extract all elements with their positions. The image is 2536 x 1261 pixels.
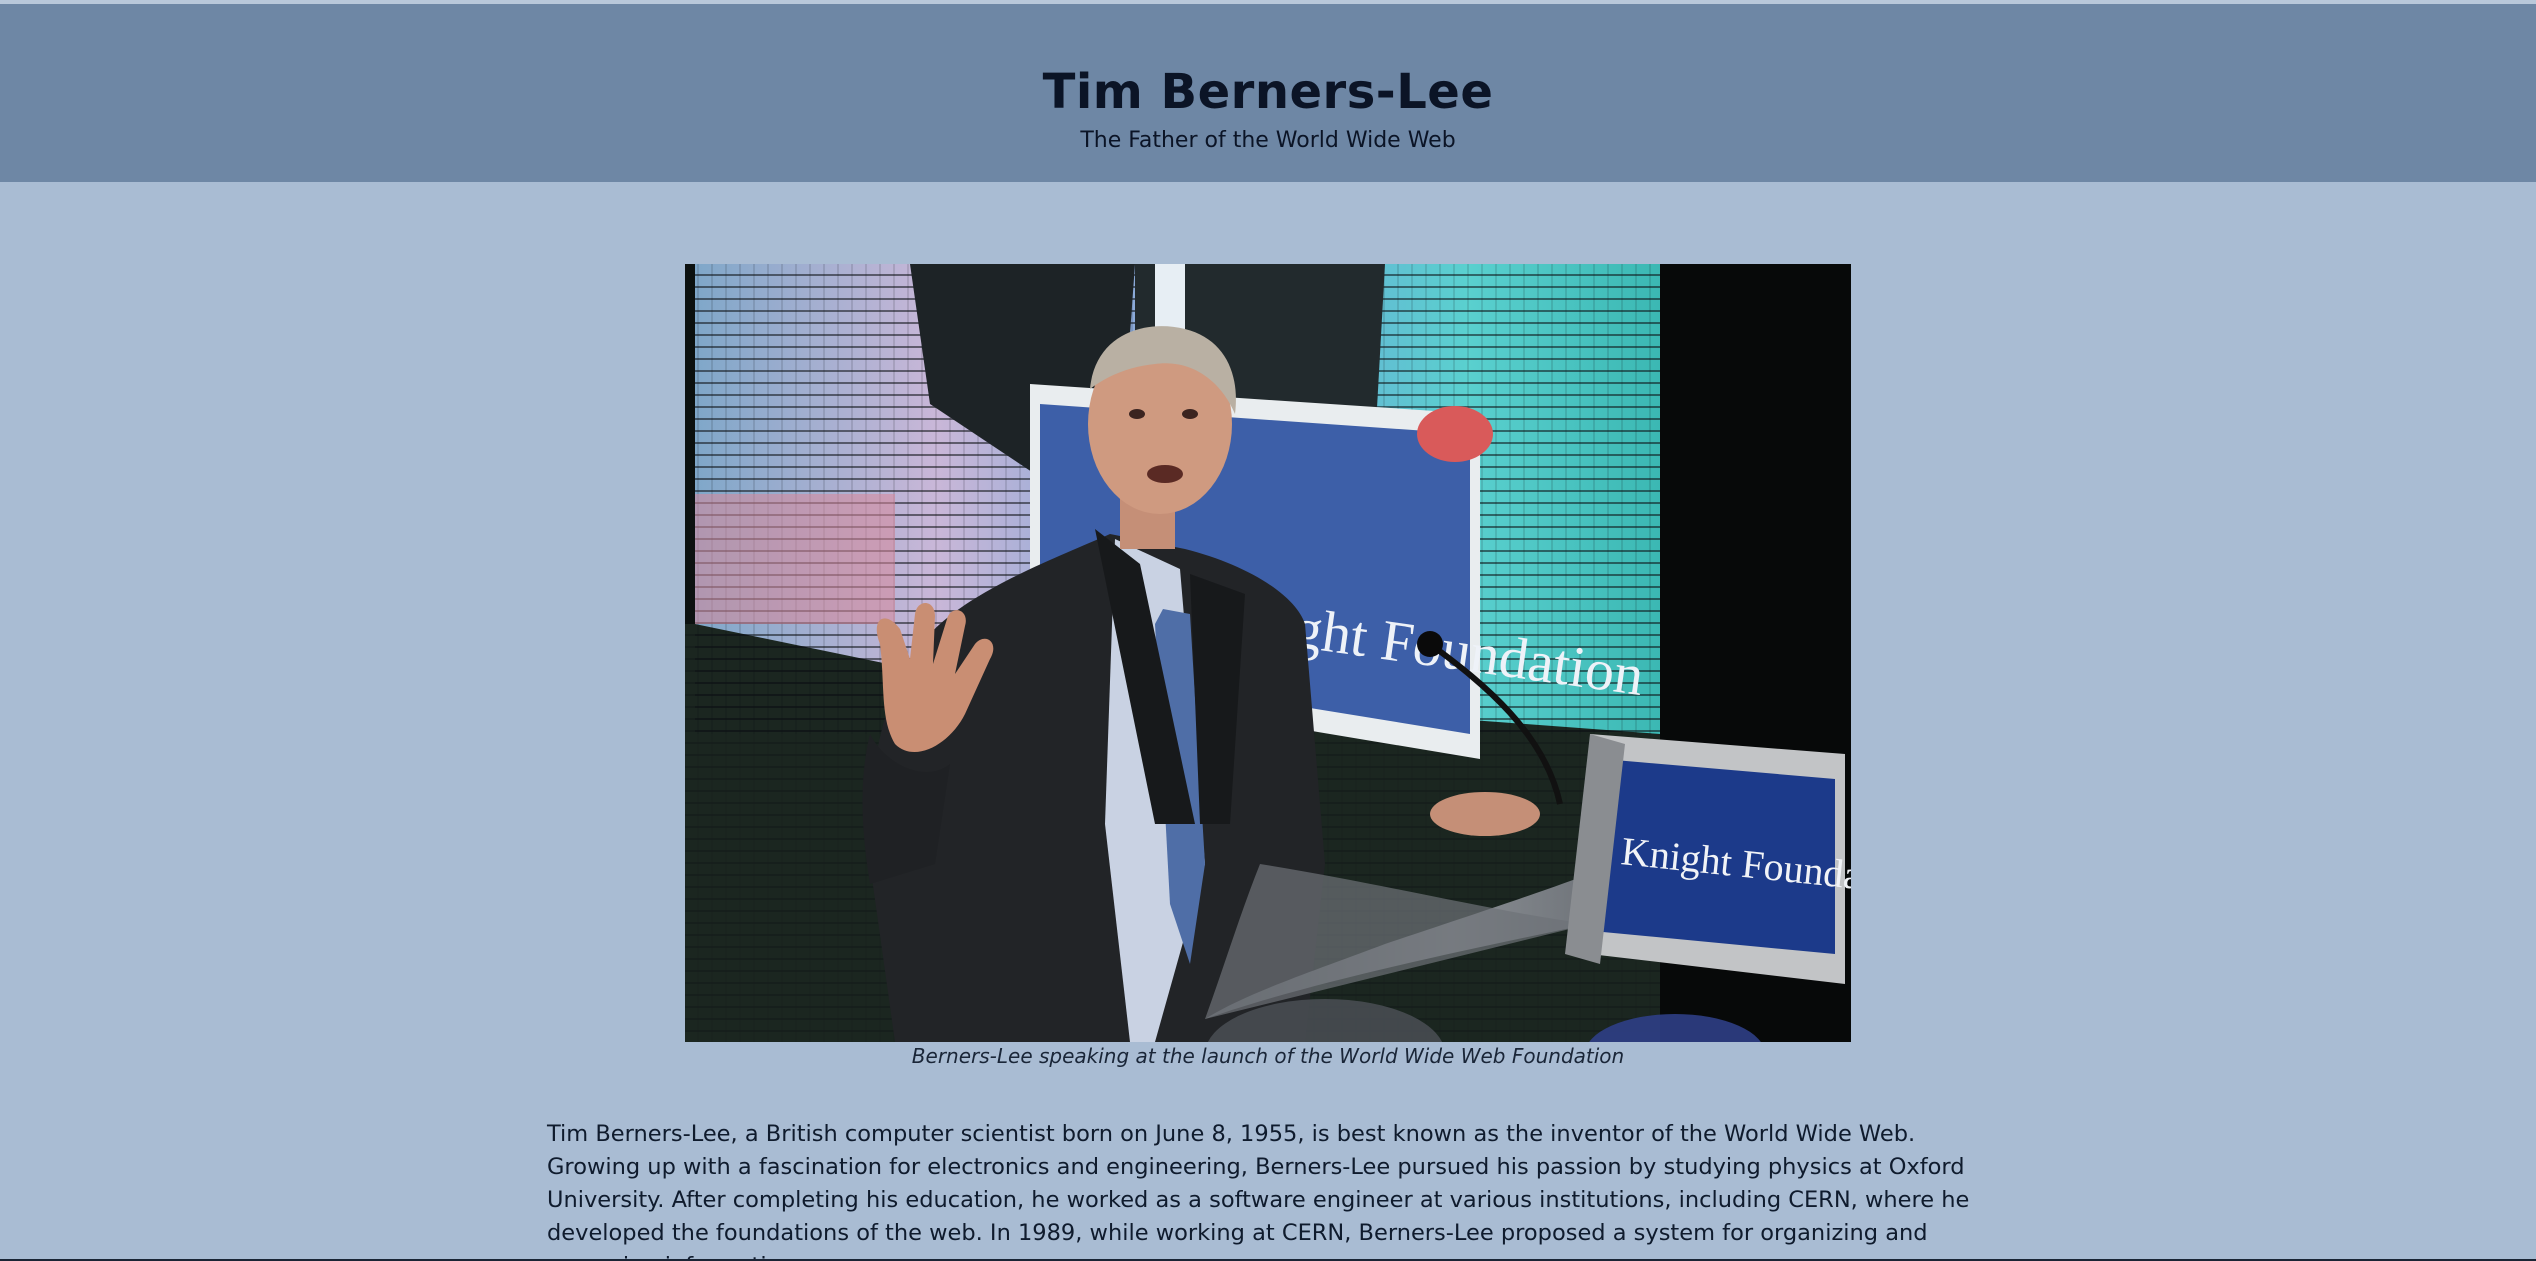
page-subtitle: The Father of the World Wide Web	[1080, 128, 1456, 153]
page-title: Tim Berners-Lee	[1042, 64, 1494, 120]
site-header: Tim Berners-Lee The Father of the World …	[0, 4, 2536, 182]
bio-paragraph: Tim Berners-Lee, a British computer scie…	[547, 1121, 1970, 1261]
photo-caption: Berners-Lee speaking at the launch of th…	[911, 1044, 1625, 1068]
hero-photo: Knight Foundation Knight Foundation	[685, 264, 1851, 1042]
page: Tim Berners-Lee The Father of the World …	[0, 0, 2536, 1261]
photo-illustration: Knight Foundation Knight Foundation	[685, 264, 1851, 1042]
